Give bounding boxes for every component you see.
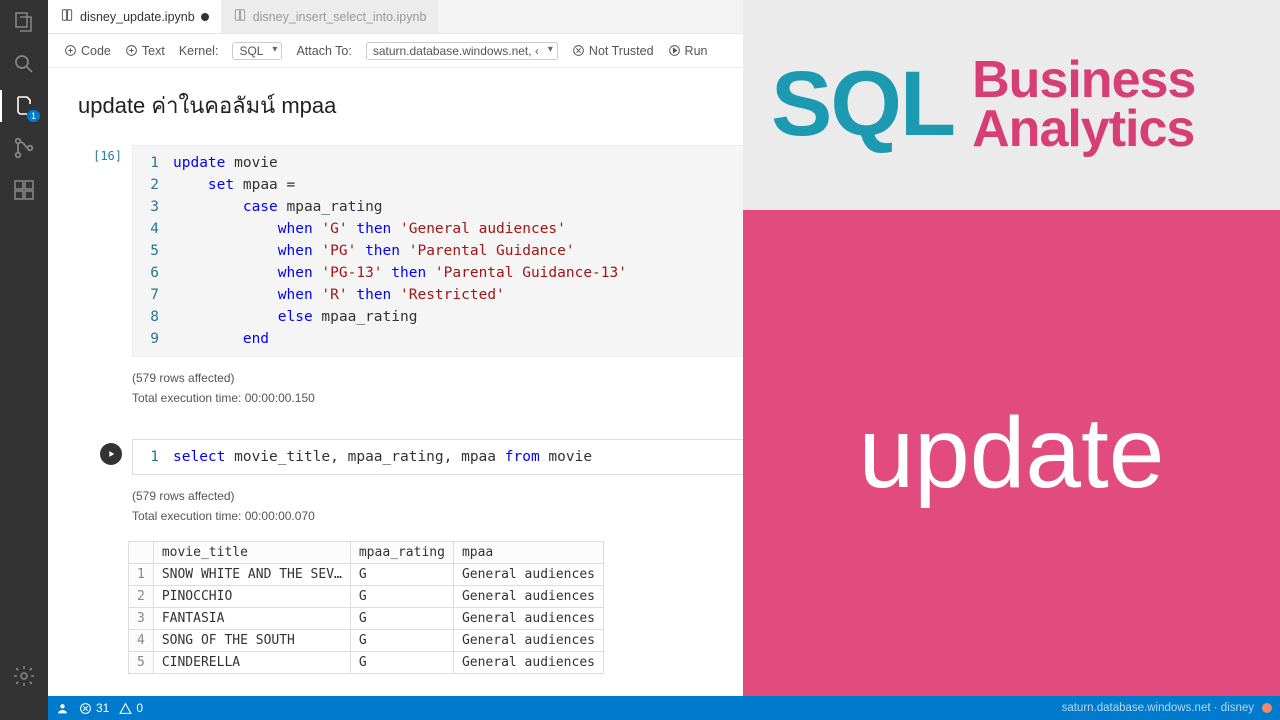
notebook-toolbar: Code Text Kernel: SQL Attach To: saturn.… <box>48 34 1280 68</box>
sb-account-icon[interactable] <box>56 702 69 715</box>
explorer-icon[interactable] <box>12 10 36 34</box>
activity-bar: 1 <box>0 0 48 720</box>
rows-affected: (579 rows affected) <box>132 371 1258 385</box>
trust-button[interactable]: Not Trusted <box>572 44 654 58</box>
exec-time: Total execution time: 00:00:00.150 <box>132 391 1258 405</box>
code-editor[interactable]: 1update movie 2 set mpaa = 3 case mpaa_r… <box>132 145 1262 357</box>
exec-time: Total execution time: 00:00:00.070 <box>132 509 1258 523</box>
tab-disney-update[interactable]: disney_update.ipynb <box>48 0 221 33</box>
table-header[interactable] <box>129 542 154 564</box>
code-cell: [16] 1update movie 2 set mpaa = 3 case m… <box>56 145 1262 357</box>
markdown-heading: update ค่าในคอลัมน์ mpaa <box>78 88 1262 123</box>
run-button[interactable]: Run <box>668 44 708 58</box>
settings-gear-icon[interactable] <box>12 664 36 688</box>
cell-output: (579 rows affected) Total execution time… <box>128 481 1262 541</box>
cell-output: (579 rows affected) Total execution time… <box>128 363 1262 423</box>
sb-problems[interactable]: 31 0 <box>79 701 143 715</box>
source-control-icon[interactable]: 1 <box>12 94 36 118</box>
table-row[interactable]: 2PINOCCHIOGGeneral audiences <box>129 586 604 608</box>
run-cell-button[interactable] <box>100 443 122 465</box>
result-table[interactable]: movie_titlempaa_ratingmpaa 1SNOW WHITE A… <box>128 541 604 674</box>
rows-affected: (579 rows affected) <box>132 489 1258 503</box>
status-bar: 31 0 saturn.database.windows.net · disne… <box>48 696 1280 720</box>
tab-label: disney_update.ipynb <box>80 10 195 24</box>
add-text-button[interactable]: Text <box>125 44 165 58</box>
git-icon[interactable] <box>12 136 36 160</box>
table-header[interactable]: movie_title <box>153 542 350 564</box>
notebook-icon <box>233 8 247 25</box>
add-code-button[interactable]: Code <box>64 44 111 58</box>
table-header[interactable]: mpaa_rating <box>350 542 453 564</box>
sb-connection[interactable]: saturn.database.windows.net · disney <box>1062 702 1272 714</box>
notebook-icon <box>60 8 74 25</box>
dirty-indicator-icon <box>201 13 209 21</box>
attach-select[interactable]: saturn.database.windows.net, ‹ <box>366 42 558 60</box>
table-row[interactable]: 3FANTASIAGGeneral audiences <box>129 608 604 630</box>
table-header[interactable]: mpaa <box>453 542 603 564</box>
execution-count: [16] <box>93 149 122 357</box>
table-row[interactable]: 4SONG OF THE SOUTHGGeneral audiences <box>129 630 604 652</box>
kernel-select[interactable]: SQL <box>232 42 282 60</box>
scm-badge: 1 <box>27 110 40 122</box>
tab-disney-insert[interactable]: disney_insert_select_into.ipynb <box>221 0 439 33</box>
kernel-label: Kernel: <box>179 44 219 58</box>
code-editor[interactable]: 1select movie_title, mpaa_rating, mpaa f… <box>132 439 1262 475</box>
code-cell: 1select movie_title, mpaa_rating, mpaa f… <box>56 439 1262 475</box>
editor-tabs: disney_update.ipynb disney_insert_select… <box>48 0 1280 34</box>
connection-status-icon <box>1262 703 1272 713</box>
table-row[interactable]: 5CINDERELLAGGeneral audiences <box>129 652 604 674</box>
table-row[interactable]: 1SNOW WHITE AND THE SEV…GGeneral audienc… <box>129 564 604 586</box>
attach-label: Attach To: <box>296 44 351 58</box>
search-icon[interactable] <box>12 52 36 76</box>
extensions-icon[interactable] <box>12 178 36 202</box>
notebook-body: update ค่าในคอลัมน์ mpaa [16] 1update mo… <box>48 68 1280 720</box>
tab-label: disney_insert_select_into.ipynb <box>253 10 427 24</box>
